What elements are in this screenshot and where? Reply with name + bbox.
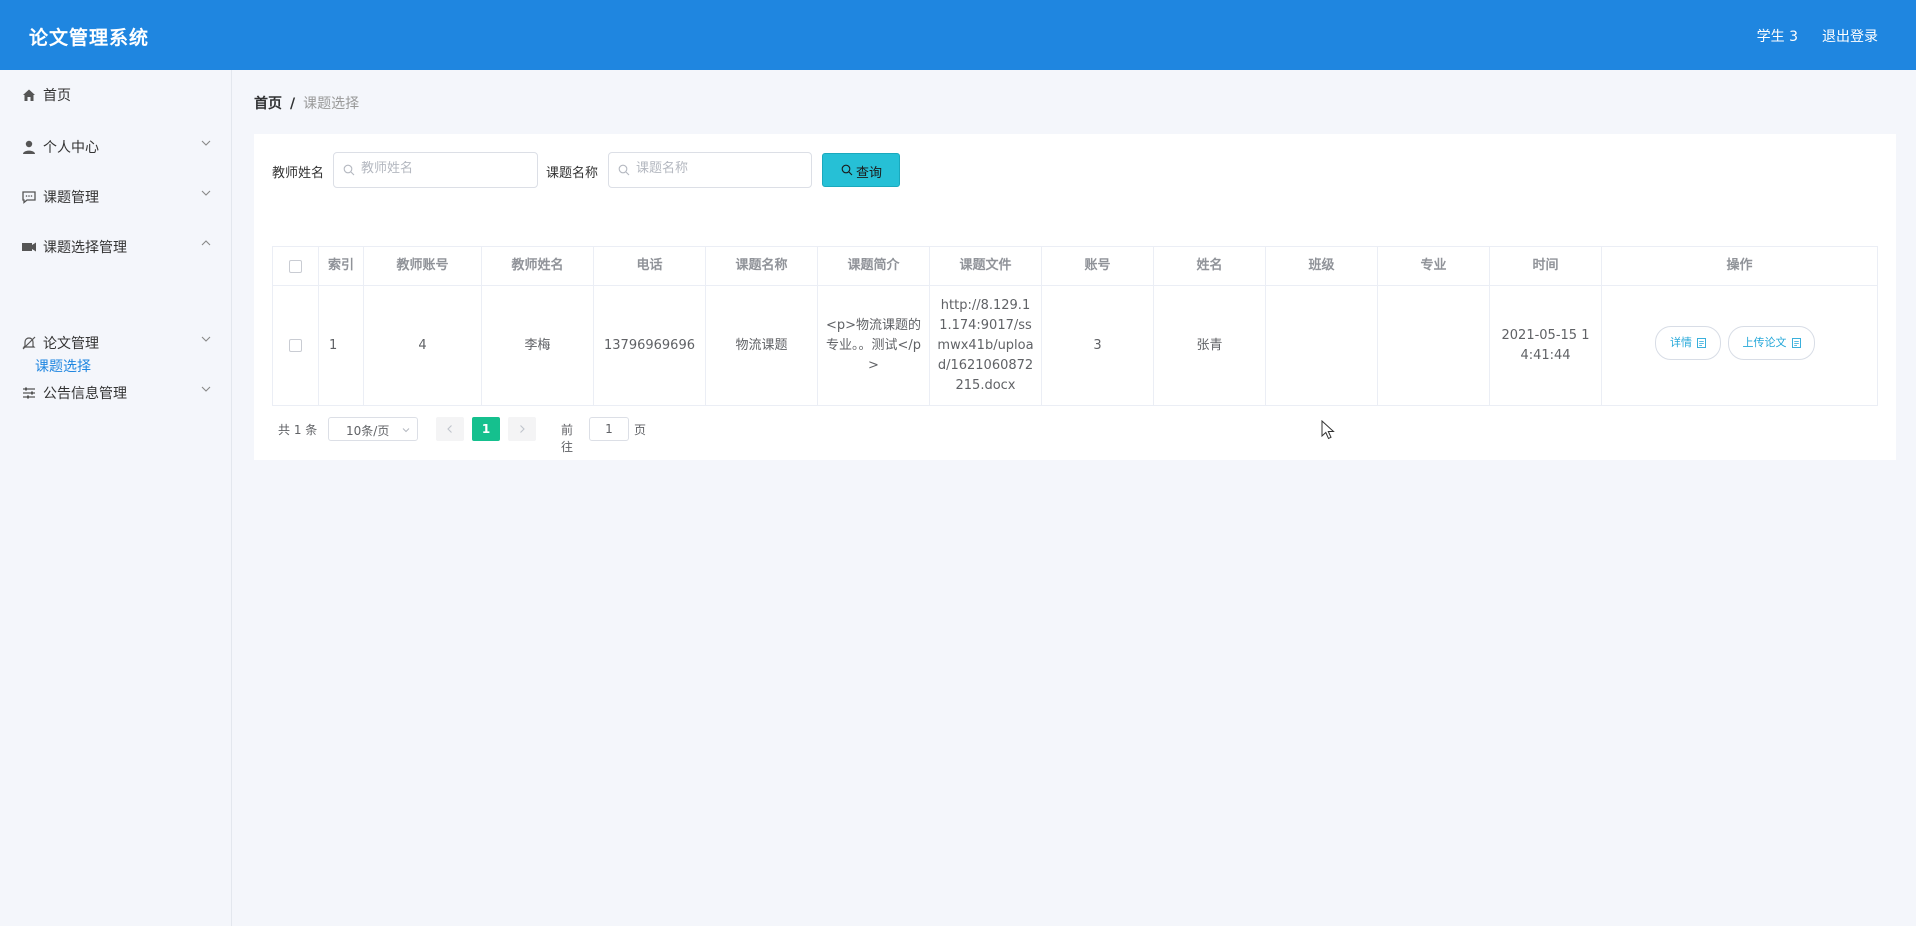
sidebar-item-label: 论文管理 xyxy=(43,336,99,352)
logout-link[interactable]: 退出登录 xyxy=(1822,26,1878,46)
top-bar: 论文管理系统 学生 3 退出登录 xyxy=(0,0,1916,70)
cell-teacher-name: 李梅 xyxy=(482,286,594,405)
app-title: 论文管理系统 xyxy=(29,27,150,49)
chevron-down-icon xyxy=(201,140,211,146)
cell-actions: 详情 上传论文 xyxy=(1602,286,1877,405)
document-icon xyxy=(1697,338,1706,348)
sliders-icon xyxy=(23,387,35,399)
chevron-up-icon xyxy=(201,240,211,246)
chevron-right-icon xyxy=(520,425,525,433)
document-icon xyxy=(1791,338,1801,348)
row-checkbox[interactable] xyxy=(289,339,302,352)
search-icon xyxy=(841,164,853,176)
breadcrumb-home[interactable]: 首页 xyxy=(254,96,282,112)
breadcrumb-current: 课题选择 xyxy=(303,96,360,112)
cell-time: 2021-05-15 14:41:44 xyxy=(1490,286,1602,405)
cell-class xyxy=(1266,286,1378,405)
table-row: 1 4 李梅 13796969696 物流课题 <p>物流课题的专业。。测试</… xyxy=(272,286,1878,406)
header-phone: 电话 xyxy=(594,247,706,285)
sidebar-item-announcement-management[interactable]: 公告信息管理 xyxy=(0,373,232,413)
cell-major xyxy=(1378,286,1490,405)
breadcrumb-separator: / xyxy=(290,96,296,112)
cell-phone: 13796969696 xyxy=(594,286,706,405)
sidebar-item-label: 课题选择管理 xyxy=(43,240,127,256)
upload-paper-button[interactable]: 上传论文 xyxy=(1728,326,1815,360)
chat-icon xyxy=(22,191,36,204)
chevron-down-icon xyxy=(201,336,211,342)
header-topic-intro: 课题简介 xyxy=(818,247,930,285)
cell-name: 张青 xyxy=(1154,286,1266,405)
sidebar: 首页 个人中心 课题管理 课题选择管理 课题选择 论文管理 公告信息管理 xyxy=(0,70,232,926)
header-name: 姓名 xyxy=(1154,247,1266,285)
cell-account: 3 xyxy=(1042,286,1154,405)
home-icon xyxy=(23,89,35,101)
prev-page-button[interactable] xyxy=(436,417,464,441)
topic-name-label: 课题名称 xyxy=(546,166,599,181)
search-icon xyxy=(343,164,355,176)
search-button-label: 查询 xyxy=(856,166,883,181)
goto-page-input[interactable] xyxy=(589,417,629,441)
cell-index: 1 xyxy=(319,286,364,405)
header-account: 账号 xyxy=(1042,247,1154,285)
mouse-cursor-icon xyxy=(1321,420,1335,440)
breadcrumb: 首页 / 课题选择 xyxy=(254,93,359,113)
sidebar-item-label: 个人中心 xyxy=(43,140,99,156)
sidebar-item-personal-center[interactable]: 个人中心 xyxy=(0,127,232,167)
cell-select xyxy=(273,286,319,405)
header-time: 时间 xyxy=(1490,247,1602,285)
teacher-name-field[interactable] xyxy=(333,152,538,188)
page-size-label: 10条/页 xyxy=(346,424,390,438)
teacher-name-input[interactable] xyxy=(361,161,521,176)
bell-off-icon xyxy=(22,336,36,350)
page-unit-label: 页 xyxy=(634,423,647,437)
goto-label: 前往 xyxy=(561,423,574,454)
search-button[interactable]: 查询 xyxy=(822,153,900,187)
sidebar-item-topic-selection-management[interactable]: 课题选择管理 xyxy=(0,227,232,267)
search-icon xyxy=(618,164,630,176)
header-teacher-account: 教师账号 xyxy=(364,247,482,285)
page-size-select[interactable]: 10条/页 xyxy=(328,417,418,441)
detail-button-label: 详情 xyxy=(1670,336,1692,349)
pagination-total: 共 1 条 xyxy=(278,423,318,437)
sidebar-item-paper-management[interactable]: 论文管理 xyxy=(0,323,232,363)
table-header: 索引 教师账号 教师姓名 电话 课题名称 课题简介 课题文件 账号 姓名 班级 … xyxy=(272,246,1878,286)
header-topic-file: 课题文件 xyxy=(930,247,1042,285)
header-index: 索引 xyxy=(319,247,364,285)
ticket-icon xyxy=(22,242,36,252)
cell-teacher-account: 4 xyxy=(364,286,482,405)
current-user: 学生 3 xyxy=(1756,29,1798,45)
header-class: 班级 xyxy=(1266,247,1378,285)
sidebar-item-home[interactable]: 首页 xyxy=(0,75,232,115)
upload-paper-button-label: 上传论文 xyxy=(1742,336,1787,349)
header-topic-name: 课题名称 xyxy=(706,247,818,285)
next-page-button[interactable] xyxy=(508,417,536,441)
topic-name-input[interactable] xyxy=(636,161,796,176)
teacher-name-label: 教师姓名 xyxy=(272,166,325,181)
cell-topic-name: 物流课题 xyxy=(706,286,818,405)
cell-topic-file: http://8.129.11.174:9017/ssmwx41b/upload… xyxy=(930,286,1042,405)
user-icon xyxy=(23,140,35,154)
sidebar-item-label: 首页 xyxy=(43,88,71,104)
page-number-current[interactable]: 1 xyxy=(472,417,500,441)
header-actions: 操作 xyxy=(1726,258,1753,273)
sidebar-item-topic-management[interactable]: 课题管理 xyxy=(0,177,232,217)
chevron-down-icon xyxy=(201,386,211,392)
sidebar-item-label: 公告信息管理 xyxy=(43,386,127,402)
chevron-down-icon xyxy=(201,190,211,196)
chevron-left-icon xyxy=(447,425,452,433)
header-select-all xyxy=(273,247,319,285)
sidebar-item-label: 课题管理 xyxy=(43,190,99,206)
chevron-down-icon xyxy=(402,428,410,433)
header-teacher-name: 教师姓名 xyxy=(482,247,594,285)
topic-name-field[interactable] xyxy=(608,152,812,188)
header-major: 专业 xyxy=(1378,247,1490,285)
cell-topic-intro: <p>物流课题的专业。。测试</p> xyxy=(818,286,930,405)
select-all-checkbox[interactable] xyxy=(289,259,302,273)
detail-button[interactable]: 详情 xyxy=(1655,326,1721,360)
